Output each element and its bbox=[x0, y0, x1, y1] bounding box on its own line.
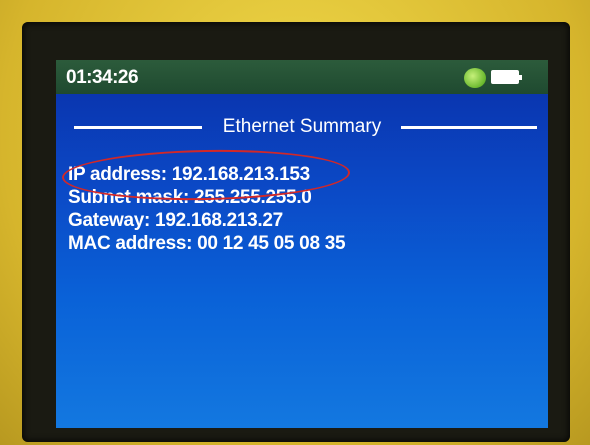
title-divider-right bbox=[401, 126, 537, 129]
title-divider-left bbox=[74, 126, 202, 129]
mac-address-line: MAC address: 00 12 45 05 08 35 bbox=[68, 233, 346, 254]
clock: 01:34:26 bbox=[66, 67, 139, 88]
battery-icon bbox=[491, 70, 522, 84]
network-status-icon bbox=[464, 68, 486, 88]
device-screen: 01:34:26 Ethernet Summary IP address: 19… bbox=[56, 60, 548, 428]
title-row: Ethernet Summary bbox=[56, 116, 548, 140]
status-bar: 01:34:26 bbox=[56, 60, 548, 94]
page-title: Ethernet Summary bbox=[222, 116, 382, 137]
gateway-line: Gateway: 192.168.213.27 bbox=[68, 210, 283, 231]
